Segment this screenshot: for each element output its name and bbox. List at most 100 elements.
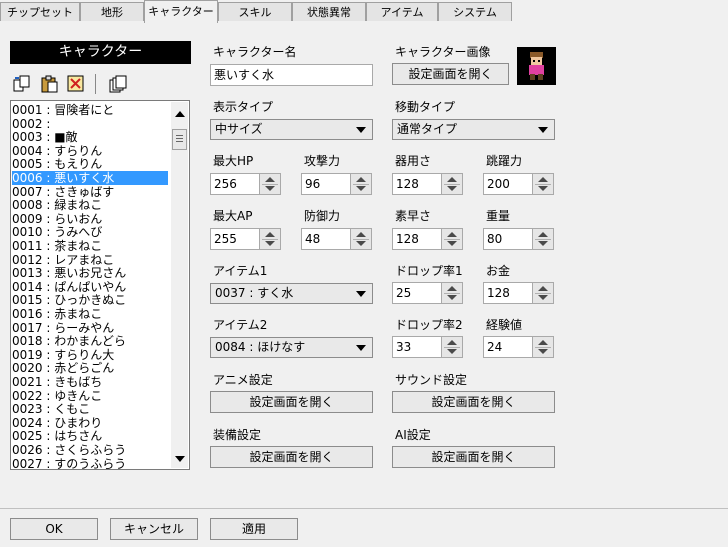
drop2-input[interactable]: 33 [392,336,442,358]
list-item[interactable]: 0021 : きもばち [12,375,168,388]
max-ap-label: 最大AP [213,209,253,223]
list-item[interactable]: 0001 : 冒険者にと [12,103,168,116]
agility-label: 素早さ [395,209,432,223]
dexterity-input[interactable]: 128 [392,173,442,195]
cancel-button[interactable]: キャンセル [110,518,198,540]
list-item[interactable]: 0025 : はちさん [12,429,168,443]
list-scrollbar[interactable] [171,102,188,468]
item1-value: 0037 : すく水 [215,286,294,300]
item1-select[interactable]: 0037 : すく水 [210,283,373,304]
tab-bar: チップセット 地形 キャラクター スキル 状態異常 アイテム システム [0,0,728,23]
sound-settings-button[interactable]: 設定画面を開く [392,391,555,413]
display-type-select[interactable]: 中サイズ [210,119,373,140]
list-item[interactable]: 0017 : らーみやん [12,321,168,334]
money-spinner[interactable] [532,282,554,304]
max-ap-input[interactable]: 255 [210,228,260,250]
list-item[interactable]: 0027 : すのうふらう [12,457,168,469]
list-item[interactable]: 0022 : ゆきんこ [12,389,168,402]
tab-item[interactable]: アイテム [366,2,438,21]
agility-input[interactable]: 128 [392,228,442,250]
list-item[interactable]: 0014 : ぱんぱいやん [12,280,168,293]
list-item[interactable]: 0011 : 茶まねこ [12,239,168,252]
list-item[interactable]: 0002 : [12,117,168,130]
max-hp-input[interactable]: 256 [210,173,260,195]
exp-label: 経験値 [486,318,523,332]
character-image-preview[interactable] [517,47,556,85]
image-settings-button[interactable]: 設定画面を開く [392,63,509,85]
list-item[interactable]: 0010 : うみへび [12,225,168,239]
tab-character[interactable]: キャラクター [144,0,218,23]
tab-chipset[interactable]: チップセット [0,2,80,21]
defense-spinner[interactable] [350,228,372,250]
scroll-down-icon[interactable] [175,455,185,463]
jump-spinner[interactable] [532,173,554,195]
item2-select[interactable]: 0084 : ほけなす [210,337,373,358]
list-item[interactable]: 0003 : ■敵 [12,130,168,143]
defense-input[interactable]: 48 [301,228,351,250]
money-input[interactable]: 128 [483,282,533,304]
list-item[interactable]: 0013 : 悪いお兄さん [12,266,168,279]
weight-spinner[interactable] [532,228,554,250]
tab-system[interactable]: システム [438,2,512,21]
list-item[interactable]: 0008 : 緑まねこ [12,198,168,211]
apply-button[interactable]: 適用 [210,518,298,540]
list-item[interactable]: 0020 : 赤どらごん [12,361,168,375]
jump-input[interactable]: 200 [483,173,533,195]
image-label: キャラクター画像 [395,45,491,59]
list-item[interactable]: 0024 : ひまわり [12,416,168,429]
list-item[interactable]: 0023 : くもこ [12,402,168,415]
move-type-select[interactable]: 通常タイプ [392,119,555,140]
tab-skill[interactable]: スキル [218,2,292,21]
exp-input[interactable]: 24 [483,336,533,358]
duplicate-icon[interactable] [108,74,128,94]
dexterity-spinner[interactable] [441,173,463,195]
max-ap-spinner[interactable] [259,228,281,250]
list-item[interactable]: 0019 : すらりん大 [12,348,168,361]
character-sprite-icon [529,52,544,80]
name-label: キャラクター名 [213,45,297,59]
ok-button[interactable]: OK [10,518,98,540]
list-item[interactable]: 0005 : もえりん [12,157,168,171]
list-item[interactable]: 0006 : 悪いすく水 [12,171,168,185]
list-item[interactable]: 0018 : わかまんどら [12,334,168,347]
character-list[interactable]: 0001 : 冒険者にと 0002 :0003 : ■敵 0004 : すらりん 00… [10,100,190,470]
drop1-input[interactable]: 25 [392,282,442,304]
weight-input[interactable]: 80 [483,228,533,250]
name-input[interactable]: 悪いすく水 [210,64,373,86]
paste-icon[interactable] [40,74,60,94]
list-item[interactable]: 0012 : レアまねこ [12,253,168,266]
scroll-thumb[interactable] [172,129,187,150]
ai-settings-button[interactable]: 設定画面を開く [392,446,555,468]
chevron-down-icon [356,291,366,297]
attack-input[interactable]: 96 [301,173,351,195]
list-item[interactable]: 0026 : さくらふらう [12,443,168,456]
copy-icon[interactable] [12,74,32,94]
drop1-spinner[interactable] [441,282,463,304]
equip-settings-label: 装備設定 [213,428,262,442]
list-item[interactable]: 0009 : らいおん [12,212,168,225]
attack-spinner[interactable] [350,173,372,195]
chevron-down-icon [356,127,366,133]
list-item[interactable]: 0007 : さきゅばす [12,185,168,198]
equip-settings-button[interactable]: 設定画面を開く [210,446,373,468]
list-item[interactable]: 0016 : 赤まねこ [12,307,168,320]
agility-spinner[interactable] [441,228,463,250]
max-hp-spinner[interactable] [259,173,281,195]
chevron-down-icon [538,127,548,133]
anime-settings-button[interactable]: 設定画面を開く [210,391,373,413]
drop1-label: ドロップ率1 [395,264,463,278]
sound-settings-label: サウンド設定 [395,373,468,387]
scroll-up-icon[interactable] [175,110,185,118]
defense-label: 防御力 [304,209,341,223]
exp-spinner[interactable] [532,336,554,358]
drop2-label: ドロップ率2 [395,318,463,332]
item1-label: アイテム1 [213,264,268,278]
list-item[interactable]: 0015 : ひっかきぬこ [12,293,168,307]
list-title: キャラクター [10,41,191,64]
list-item[interactable]: 0004 : すらりん [12,144,168,157]
tab-status-ailment[interactable]: 状態異常 [292,2,366,21]
clear-icon[interactable] [66,74,86,94]
tab-terrain[interactable]: 地形 [80,2,144,21]
drop2-spinner[interactable] [441,336,463,358]
money-label: お金 [486,264,511,278]
